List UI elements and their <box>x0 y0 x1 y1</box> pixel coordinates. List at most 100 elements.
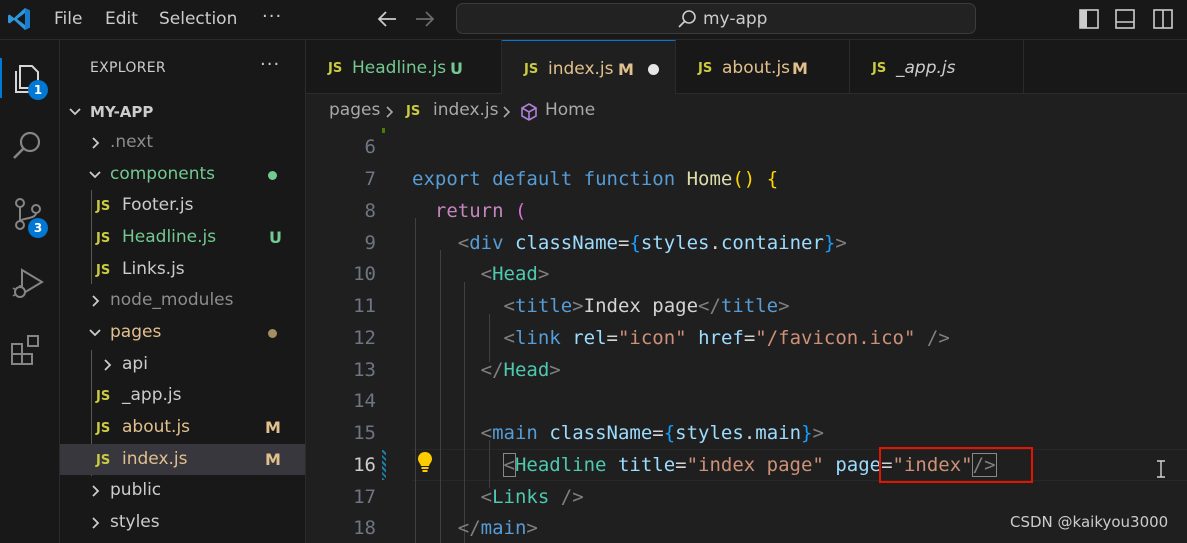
tree-item-label: Links.js <box>122 259 185 279</box>
code-line: <Links /> <box>480 486 584 508</box>
tree-item-label: components <box>110 164 216 184</box>
back-arrow-icon[interactable] <box>376 9 398 29</box>
tree-item-headline-js[interactable]: JS Headline.js U <box>60 222 305 253</box>
tree-item-node-modules[interactable]: node_modules <box>60 285 305 316</box>
tree-item-label: node_modules <box>110 290 234 310</box>
line-number: 6 <box>364 136 376 158</box>
tab-index-js[interactable]: JS index.js M <box>502 40 676 94</box>
lightbulb-icon[interactable] <box>416 451 434 473</box>
tab-status: M <box>792 59 808 78</box>
forward-arrow-icon[interactable] <box>414 9 436 29</box>
js-file-icon: JS <box>328 61 343 76</box>
tree-item-about-js[interactable]: JS about.js M <box>60 412 305 443</box>
code-editor[interactable]: 6 7 8 9 10 11 12 13 14 15 16 17 18 expor… <box>306 128 1187 543</box>
explorer-badge: 1 <box>28 80 48 100</box>
code-line: <title>Index page</title> <box>503 295 790 317</box>
tree-item-label: about.js <box>122 417 191 437</box>
menu-edit[interactable]: Edit <box>105 9 138 29</box>
chevron-down-icon <box>89 171 101 179</box>
js-file-icon: JS <box>96 231 111 246</box>
editor-tab-bar: JS Headline.js U JS index.js M JS about.… <box>306 40 1187 94</box>
explorer-more-button[interactable]: ··· <box>260 54 280 75</box>
chevron-right-icon <box>92 485 100 497</box>
added-gutter-marker <box>382 128 385 133</box>
menu-selection[interactable]: Selection <box>159 9 237 29</box>
tab-label: about.js <box>722 58 791 78</box>
tree-item-footer-js[interactable]: JS Footer.js <box>60 190 305 221</box>
tree-item-links-js[interactable]: JS Links.js <box>60 254 305 285</box>
js-file-icon: JS <box>698 61 713 76</box>
tree-item-label: public <box>110 480 162 500</box>
explorer-sidebar: EXPLORER ··· MY-APP .next components JS … <box>60 40 306 543</box>
line-number: 17 <box>353 486 376 508</box>
tab-label: _app.js <box>896 58 956 78</box>
js-file-icon: JS <box>96 389 111 404</box>
tree-root-my-app[interactable]: MY-APP <box>60 96 305 127</box>
js-file-icon: JS <box>96 199 111 214</box>
tab-label: Headline.js <box>352 58 447 78</box>
js-file-icon: JS <box>524 62 539 77</box>
tab-app-js[interactable]: JS _app.js <box>850 40 1024 93</box>
chevron-down-icon <box>69 108 81 116</box>
tree-item-app-js[interactable]: JS _app.js <box>60 380 305 411</box>
search-icon <box>677 9 697 29</box>
watermark: CSDN @kaikyou3000 <box>1010 513 1169 531</box>
run-and-debug-icon[interactable] <box>8 262 48 302</box>
explorer-title: EXPLORER <box>90 60 166 76</box>
code-line: return ( <box>434 200 527 222</box>
unsaved-dot-icon[interactable] <box>648 64 659 75</box>
tab-label: index.js <box>548 59 614 79</box>
tree-item-index-js[interactable]: JS index.js M <box>60 444 305 475</box>
chevron-right-icon <box>92 295 100 307</box>
modified-gutter-marker <box>382 450 386 480</box>
breadcrumb-folder[interactable]: pages <box>329 100 380 120</box>
js-file-icon: JS <box>96 453 111 468</box>
breadcrumb-symbol[interactable]: Home <box>545 100 595 120</box>
tab-status: U <box>450 59 463 78</box>
active-view-indicator <box>0 58 2 98</box>
text-cursor-icon <box>1156 460 1166 478</box>
toggle-secondary-sidebar-icon[interactable] <box>1152 8 1174 30</box>
line-number: 13 <box>353 359 376 381</box>
search-view-icon[interactable] <box>8 126 48 166</box>
chevron-right-icon <box>92 517 100 529</box>
toggle-primary-sidebar-icon[interactable] <box>1078 8 1100 30</box>
tree-item-label: index.js <box>122 449 188 469</box>
title-bar: File Edit Selection ··· my-app <box>0 0 1187 40</box>
root-folder-label: MY-APP <box>90 103 154 121</box>
js-file-icon: JS <box>96 263 111 278</box>
line-number: 14 <box>353 390 376 412</box>
tree-item-components[interactable]: components <box>60 159 305 190</box>
tree-item-styles[interactable]: styles <box>60 507 305 538</box>
chevron-right-icon <box>104 359 112 371</box>
line-number: 8 <box>364 200 376 222</box>
line-number: 7 <box>364 168 376 190</box>
command-center-search[interactable]: my-app <box>456 3 976 34</box>
tab-headline-js[interactable]: JS Headline.js U <box>306 40 502 93</box>
tree-item-api[interactable]: api <box>60 349 305 380</box>
js-file-icon: JS <box>96 421 111 436</box>
menu-more-button[interactable]: ··· <box>262 6 282 27</box>
breadcrumb-file[interactable]: index.js <box>433 100 499 120</box>
source-control-badge: 3 <box>28 218 48 238</box>
js-file-icon: JS <box>872 61 887 76</box>
extensions-icon[interactable] <box>8 330 48 370</box>
chevron-down-icon <box>89 329 101 337</box>
tree-item-next[interactable]: .next <box>60 127 305 158</box>
source-control-icon[interactable]: 3 <box>8 194 48 238</box>
tree-item-pages[interactable]: pages <box>60 317 305 348</box>
toggle-panel-icon[interactable] <box>1114 8 1136 30</box>
line-number: 15 <box>353 422 376 444</box>
tree-item-label: _app.js <box>122 385 182 405</box>
menu-file[interactable]: File <box>54 9 82 29</box>
line-number: 9 <box>364 232 376 254</box>
code-line: <div className={styles.container}> <box>457 232 847 254</box>
tree-item-label: api <box>122 354 148 374</box>
red-annotation-box <box>879 447 1033 483</box>
code-line: </Head> <box>480 359 561 381</box>
tree-item-label: styles <box>110 512 160 532</box>
tree-item-public[interactable]: public <box>60 475 305 506</box>
vscode-logo-icon <box>6 6 32 32</box>
tab-about-js[interactable]: JS about.js M <box>676 40 850 93</box>
explorer-icon[interactable]: 1 <box>8 58 48 100</box>
